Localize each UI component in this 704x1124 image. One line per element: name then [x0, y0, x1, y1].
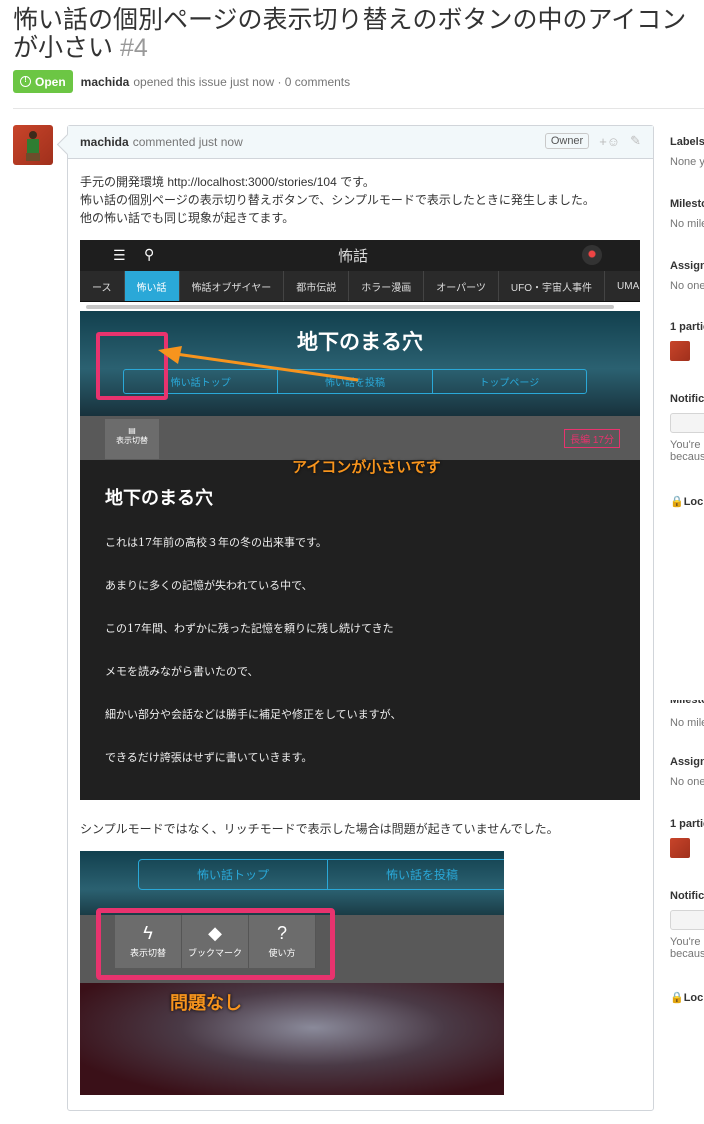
- sidebar-labels[interactable]: Labels None yet: [670, 136, 704, 168]
- sidebar-participants: 1 participant: [670, 818, 704, 858]
- issue-meta-text: opened this issue just now · 0 comments: [133, 74, 351, 89]
- comment-author-link[interactable]: machida: [80, 135, 129, 149]
- issue-meta: ! Open machida opened this issue just no…: [13, 70, 350, 93]
- article-paragraph: メモを読みながら書いたので、: [105, 665, 259, 678]
- article-paragraph: あまりに多くの記憶が失われている中で、: [105, 579, 313, 592]
- sidebar-assignees[interactable]: Assignees No one: [670, 756, 704, 788]
- site-logo: 怖話: [338, 247, 369, 265]
- issue-title: 怖い話の個別ページの表示切り替えのボタンの中のアイコンが小さい #4: [13, 6, 687, 62]
- scrollbar: [80, 302, 640, 311]
- comment-line: 怖い話の個別ページの表示切り替えボタンで、シンプルモードで表示したときに発生しま…: [80, 193, 595, 207]
- comment-box: machida commented just now Owner +☺ ✎ 手元…: [67, 125, 654, 1111]
- article-paragraph: 細かい部分や会話などは勝手に補足や修正をしていますが、: [105, 708, 402, 721]
- header-divider: [13, 108, 704, 109]
- search-icon: ⚲: [144, 246, 155, 262]
- article-title: 地下のまる穴: [105, 488, 213, 509]
- sidebar-milestone[interactable]: Milestone No milestone: [670, 198, 704, 230]
- nav-item: 怖い話: [124, 271, 180, 301]
- lock-icon: 🔒: [670, 992, 684, 1004]
- owner-badge: Owner: [544, 133, 590, 149]
- annotation-callout: 問題なし: [170, 993, 242, 1013]
- lock-conversation[interactable]: 🔒Lock: [670, 991, 704, 1004]
- tab: 怖い話を投稿: [328, 860, 504, 889]
- article-paragraph: できるだけ誇張はせずに書いていきます。: [105, 751, 313, 764]
- tab: トップページ: [479, 378, 540, 389]
- sidebar-milestone[interactable]: No milestone: [670, 717, 704, 729]
- annotation-arrow: [158, 346, 359, 382]
- length-badge: 長編 17分: [564, 429, 620, 448]
- annotation-callout: アイコンが小さいです: [292, 459, 441, 476]
- sidebar-milestone-clipped: Milestone: [670, 700, 704, 706]
- screenshot-simple-mode: ☰ ⚲ 怖話 ース 怖い話 怖話オブザイヤー 都市伝説 ホラー漫画 オーパーツ …: [80, 240, 640, 800]
- comment-header: machida commented just now Owner +☺ ✎: [68, 126, 653, 159]
- comment-time[interactable]: commented just now: [133, 135, 243, 149]
- add-reaction-icon[interactable]: +☺: [599, 134, 620, 149]
- edit-pencil-icon[interactable]: ✎: [630, 133, 641, 149]
- sidebar-participants: 1 participant: [670, 321, 704, 361]
- lock-icon: 🔒: [670, 496, 684, 508]
- tab: 怖い話トップ: [139, 860, 328, 889]
- story-photo: [80, 983, 504, 1095]
- nav-item: UMA: [605, 271, 640, 301]
- article-paragraph: これは17年前の高校３年の冬の出来事です。: [105, 536, 327, 549]
- document-icon: ▤: [128, 426, 136, 435]
- sidebar-assignees[interactable]: Assignees No one: [670, 260, 704, 292]
- nav-item: 怖話オブザイヤー: [180, 271, 285, 301]
- toggle-display-button: ▤ 表示切替: [105, 419, 159, 459]
- nav-item: オーパーツ: [424, 271, 499, 301]
- issue-number: #4: [119, 34, 148, 62]
- issue-open-icon: !: [20, 76, 31, 87]
- nav-item: UFO・宇宙人事件: [499, 271, 606, 301]
- menu-icon: ☰: [113, 247, 126, 263]
- comment-line: 手元の開発環境 http://localhost:3000/stories/10…: [80, 175, 375, 189]
- status-badge: ! Open: [13, 70, 73, 93]
- user-avatar-icon: [582, 245, 602, 265]
- avatar[interactable]: [13, 125, 53, 165]
- participant-avatar[interactable]: [670, 341, 690, 361]
- category-nav: ース 怖い話 怖話オブザイヤー 都市伝説 ホラー漫画 オーパーツ UFO・宇宙人…: [80, 271, 640, 302]
- comment-line: シンプルモードではなく、リッチモードで表示した場合は問題が起きていませんでした。: [80, 822, 559, 836]
- participant-avatar[interactable]: [670, 838, 690, 858]
- nav-item: ホラー漫画: [349, 271, 425, 301]
- subscribe-button[interactable]: [670, 413, 704, 433]
- screenshot-rich-mode: 怖い話トップ 怖い話を投稿 ϟ 表示切替 ◆ ブックマーク ? 使い方 問題なし: [80, 851, 504, 1095]
- sidebar-notifications: Notifications You're not because: [670, 890, 704, 960]
- sidebar-notifications: Notifications You're not because: [670, 393, 704, 463]
- comment-line: 他の怖い話でも同じ現象が起きてます。: [80, 211, 295, 225]
- issue-author-link[interactable]: machida: [81, 75, 130, 89]
- nav-item: 都市伝説: [284, 271, 350, 301]
- highlight-box: [96, 908, 335, 980]
- story-tabs: 怖い話トップ 怖い話を投稿: [138, 859, 504, 890]
- article-paragraph: この17年間、わずかに残った記憶を頼りに残し続けてきた: [105, 622, 394, 635]
- lock-conversation[interactable]: 🔒Lock: [670, 495, 704, 508]
- comment-body: 手元の開発環境 http://localhost:3000/stories/10…: [68, 159, 653, 241]
- nav-item: ース: [80, 271, 125, 301]
- subscribe-button[interactable]: [670, 910, 704, 930]
